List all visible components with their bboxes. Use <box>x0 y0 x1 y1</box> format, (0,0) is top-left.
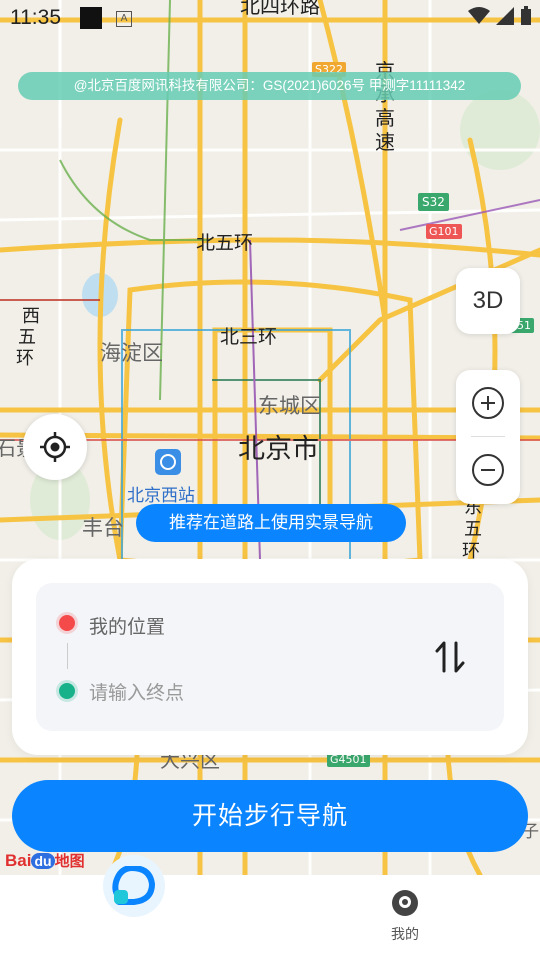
destination-input[interactable]: 请输入终点 <box>89 678 184 705</box>
tab-mine-label: 我的 <box>391 927 419 943</box>
start-location-field[interactable]: 我的位置 <box>89 612 165 639</box>
map-label: 环 <box>16 348 34 369</box>
bottom-tab-bar <box>0 875 540 960</box>
profile-icon <box>392 890 418 916</box>
crosshair-icon <box>40 432 70 462</box>
logo-prefix: Bai <box>5 851 32 870</box>
map-label: 北五环 <box>196 232 254 254</box>
plus-circle-icon <box>472 387 504 419</box>
status-bar: 11:35 A <box>0 0 540 36</box>
minus-circle-icon <box>472 454 504 486</box>
keyboard-notification-icon: A <box>116 11 132 27</box>
tab-navigation[interactable] <box>103 855 165 917</box>
navigation-bubble-icon <box>112 866 156 905</box>
ar-navigation-tip[interactable]: 推荐在道路上使用实景导航 <box>136 504 406 542</box>
map-label: 海淀区 <box>100 341 163 365</box>
end-dot-icon <box>59 683 75 699</box>
route-card: 我的位置 请输入终点 <box>12 559 528 755</box>
map-label: 北三环 <box>220 326 278 348</box>
status-time: 11:35 <box>10 6 61 29</box>
logo-suffix: 地图 <box>54 853 85 870</box>
tab-mine[interactable]: 我的 <box>384 888 426 944</box>
locate-me-button[interactable] <box>23 414 87 480</box>
start-dot-icon <box>59 615 75 631</box>
start-walking-navigation-button[interactable]: 开始步行导航 <box>12 780 528 852</box>
route-connector <box>67 643 68 669</box>
wifi-icon <box>468 7 490 24</box>
map-attribution: @北京百度网讯科技有限公司：GS(2021)6026号 甲测字11111342 <box>18 72 521 100</box>
zoom-controls <box>456 370 520 504</box>
road-shield: G101 <box>426 224 462 239</box>
map-label: 东城区 <box>258 394 321 418</box>
zoom-in-button[interactable] <box>456 370 520 436</box>
station-pin-icon <box>155 449 181 475</box>
3d-toggle-button[interactable]: 3D <box>456 268 520 334</box>
road-shield: S32 <box>418 193 449 211</box>
zoom-out-button[interactable] <box>456 437 520 503</box>
battery-icon <box>521 6 531 25</box>
status-icons <box>468 6 532 26</box>
map-label: 丰台 <box>82 516 124 540</box>
map-label: 北京西站 <box>127 486 195 506</box>
signal-icon <box>496 7 514 25</box>
swap-icon[interactable] <box>434 639 466 675</box>
route-inputs: 我的位置 请输入终点 <box>36 583 504 731</box>
map-label: 速 <box>375 130 395 154</box>
logo-du: du <box>31 853 55 869</box>
map-label: 北京市 <box>238 434 319 465</box>
baidu-map-logo: Bai du 地图 <box>5 850 85 872</box>
notification-icon <box>80 7 102 29</box>
